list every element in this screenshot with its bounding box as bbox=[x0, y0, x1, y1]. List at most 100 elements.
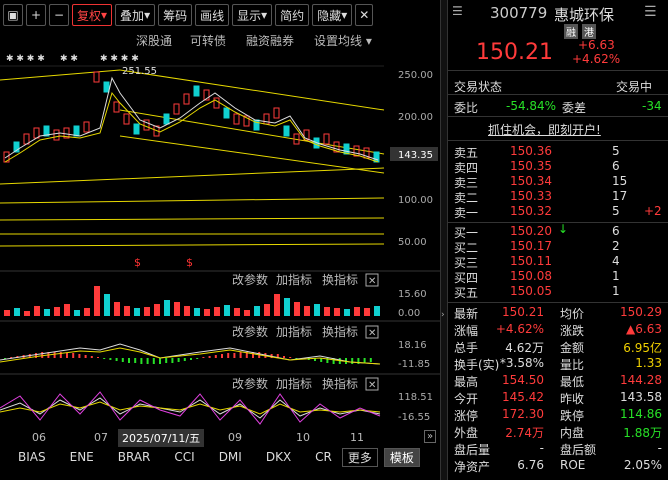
edit-params-button[interactable]: 改参数 bbox=[232, 376, 268, 391]
kdj-axis: 118.51 -16.55 bbox=[398, 392, 433, 423]
price-label: 100.00 bbox=[398, 195, 433, 206]
zoom-in-button[interactable]: + bbox=[26, 4, 46, 26]
last-price: 150.21 bbox=[476, 40, 553, 65]
stat-label: 净资产 bbox=[454, 460, 491, 474]
volume-bar bbox=[364, 308, 370, 316]
expand-icon[interactable]: » bbox=[424, 430, 437, 443]
stat-row: 总手 4.62万 金额 6.95亿 bbox=[448, 339, 668, 355]
close-icon[interactable]: ✕ bbox=[368, 276, 376, 287]
draw-line-button[interactable]: 画线 bbox=[195, 4, 230, 26]
macd-bar bbox=[171, 358, 174, 363]
open-account-link[interactable]: 抓住机会，即刻开户! bbox=[488, 121, 601, 138]
ask-row[interactable]: 卖二 150.33 17 bbox=[448, 189, 668, 205]
tab-dmi[interactable]: DMI bbox=[219, 450, 242, 464]
candle bbox=[173, 103, 180, 115]
stat-label: 昨收 bbox=[560, 392, 585, 406]
tab-ene[interactable]: ENE bbox=[70, 450, 94, 464]
time-axis: 06 07 2025/07/11/五 09 10 11 » bbox=[0, 428, 440, 447]
candle bbox=[133, 123, 140, 135]
add-indicator-button[interactable]: 加指标 bbox=[276, 376, 312, 391]
macd-bar bbox=[35, 353, 37, 358]
bid-row[interactable]: 买五 150.05 1 bbox=[448, 284, 668, 300]
convertible-link[interactable]: 可转债 bbox=[190, 32, 226, 49]
stat-value: 143.58 bbox=[620, 390, 662, 404]
tab-brar[interactable]: BRAR bbox=[118, 450, 151, 464]
macd-axis: 18.16 -11.85 bbox=[398, 340, 430, 370]
hk-connect-link[interactable]: 深股通 bbox=[136, 32, 172, 49]
edit-params-button[interactable]: 改参数 bbox=[232, 272, 268, 287]
bid-price: 150.20 bbox=[510, 224, 552, 238]
ma-settings-link[interactable]: 设置均线 ▾ bbox=[314, 32, 372, 49]
volume-axis: 15.60 0.00 bbox=[398, 289, 427, 319]
stat-row: 今开 145.42 昨收 143.58 bbox=[448, 390, 668, 406]
macd-bar bbox=[140, 358, 143, 364]
tab-bias[interactable]: BIAS bbox=[18, 450, 46, 464]
stat-value: 154.50 bbox=[502, 373, 544, 387]
settings-icon[interactable]: ☰ bbox=[452, 4, 463, 18]
volume-bar bbox=[134, 308, 140, 316]
volume-bar bbox=[294, 302, 300, 316]
stat-value: 6.95亿 bbox=[623, 341, 662, 355]
template-button[interactable]: 模板 bbox=[383, 447, 420, 467]
switch-indicator-button[interactable]: 换指标 bbox=[322, 376, 358, 391]
ask-label: 卖一 bbox=[454, 206, 479, 220]
ask-row[interactable]: 卖一 150.32 5 +2 bbox=[448, 204, 668, 220]
more-button[interactable]: 更多 bbox=[341, 447, 378, 467]
chips-button[interactable]: 筹码 bbox=[158, 4, 193, 26]
hide-button[interactable]: 隐藏 ▾ bbox=[312, 4, 353, 26]
add-indicator-button[interactable]: 加指标 bbox=[276, 272, 312, 287]
tab-dkx[interactable]: DKX bbox=[266, 450, 291, 464]
stat-value: 2.74万 bbox=[505, 426, 544, 440]
ask-row[interactable]: 卖四 150.35 6 bbox=[448, 159, 668, 175]
bid-row[interactable]: 买三 150.11 4 bbox=[448, 254, 668, 270]
tab-cr[interactable]: CR bbox=[315, 450, 332, 464]
stat-row: 换手(实) *3.58% 量比 1.33 bbox=[448, 356, 668, 372]
macd-bar bbox=[208, 356, 211, 358]
adjust-button[interactable]: 复权 ▾ bbox=[72, 4, 113, 26]
volume-bar bbox=[324, 307, 330, 316]
stat-label: 最低 bbox=[560, 375, 585, 389]
close-icon[interactable]: ✕ bbox=[368, 328, 376, 339]
close-icon[interactable]: ✕ bbox=[368, 380, 376, 391]
macd-bar bbox=[159, 358, 161, 364]
add-indicator-button[interactable]: 加指标 bbox=[276, 324, 312, 339]
macd-bar bbox=[351, 358, 354, 364]
simple-button[interactable]: 简约 bbox=[275, 4, 310, 26]
weicha-label: 委差 bbox=[562, 101, 587, 115]
macd-bar bbox=[109, 358, 112, 360]
s-mark: $ bbox=[186, 256, 193, 269]
switch-indicator-button[interactable]: 换指标 bbox=[322, 324, 358, 339]
stat-value: 172.30 bbox=[502, 407, 544, 421]
volume-bar bbox=[214, 307, 220, 316]
display-button[interactable]: 显示 ▾ bbox=[232, 4, 273, 26]
bid-row[interactable]: 买四 150.08 1 bbox=[448, 269, 668, 285]
macd-dea-line bbox=[0, 347, 381, 365]
layout-icon[interactable]: ▣ bbox=[3, 4, 23, 26]
ask-row[interactable]: 卖三 150.34 15 bbox=[448, 174, 668, 190]
macd-bar bbox=[196, 358, 199, 359]
volume-bar bbox=[204, 309, 210, 316]
svg-text:✱ ✱: ✱ ✱ bbox=[60, 54, 78, 64]
margin-link[interactable]: 融资融券 bbox=[246, 32, 294, 49]
edit-params-button[interactable]: 改参数 bbox=[232, 324, 268, 339]
menu-icon[interactable]: ☰ bbox=[644, 4, 657, 20]
bid-label: 买五 bbox=[454, 286, 479, 300]
candle bbox=[183, 93, 190, 105]
volume-bar bbox=[314, 304, 320, 316]
overlay-button[interactable]: 叠加 ▾ bbox=[115, 4, 156, 26]
price-change-pct: +4.62% bbox=[572, 52, 621, 66]
volume-bar bbox=[184, 306, 190, 316]
tab-cci[interactable]: CCI bbox=[174, 450, 194, 464]
crosshair-date: 2025/07/11/五 bbox=[118, 429, 205, 447]
svg-text:✱ ✱ ✱ ✱: ✱ ✱ ✱ ✱ bbox=[100, 54, 139, 64]
switch-indicator-button[interactable]: 换指标 bbox=[322, 272, 358, 287]
svg-text:✱ ✱ ✱ ✱: ✱ ✱ ✱ ✱ bbox=[6, 54, 45, 64]
bid-row[interactable]: 买二 150.17 2 bbox=[448, 239, 668, 255]
stat-row: 盘后量 - 盘后额 - bbox=[448, 441, 668, 457]
svg-text:18.16: 18.16 bbox=[398, 340, 427, 351]
zoom-out-button[interactable]: − bbox=[49, 4, 69, 26]
ask-row[interactable]: 卖五 150.36 5 bbox=[448, 144, 668, 160]
close-icon[interactable]: ✕ bbox=[355, 4, 374, 26]
kline-chart[interactable]: ✱ ✱ ✱ ✱ ✱ ✱ ✱ ✱ ✱ ✱ 250.00 200.00 143.35… bbox=[0, 48, 440, 428]
panel-divider[interactable]: › bbox=[440, 0, 448, 480]
